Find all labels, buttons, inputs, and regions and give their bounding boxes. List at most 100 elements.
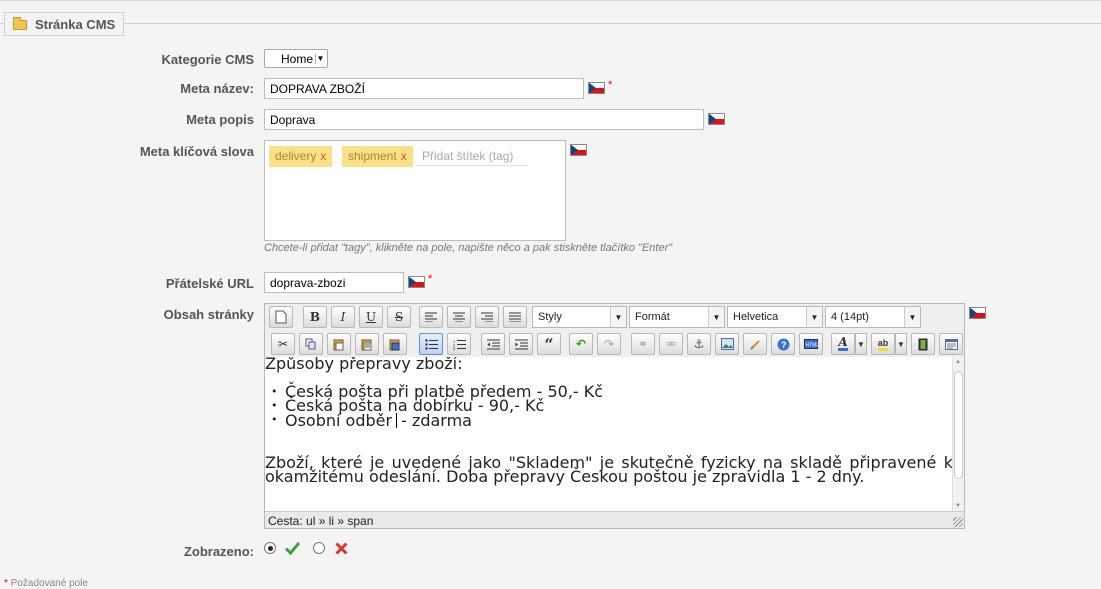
strikethrough-icon[interactable]: S xyxy=(387,306,411,328)
check-icon xyxy=(284,541,301,558)
font-family-dropdown[interactable]: Helvetica ▼ xyxy=(727,306,823,328)
chevron-down-icon[interactable]: ▼ xyxy=(855,333,867,355)
font-value: Helvetica xyxy=(733,311,779,323)
text-color-icon[interactable]: A xyxy=(831,333,855,355)
undo-icon[interactable]: ↶ xyxy=(569,333,593,355)
czech-flag-icon[interactable] xyxy=(570,144,587,156)
tag-shipment: shipment x xyxy=(342,146,413,167)
tag-delivery: delivery x xyxy=(269,146,333,167)
tags-input-box[interactable]: delivery x shipment x Přidat štítek (tag) xyxy=(264,140,566,241)
tag-label: shipment xyxy=(348,149,397,163)
svg-text:3: 3 xyxy=(453,346,456,350)
cleanup-icon[interactable] xyxy=(743,333,767,355)
numbered-list-icon[interactable]: 123 xyxy=(447,333,471,355)
link-icon[interactable]: ⚭ xyxy=(631,333,655,355)
editor-path-bar: Cesta: ul » li » span xyxy=(265,511,964,528)
highlight-color-icon[interactable]: ab xyxy=(871,333,895,355)
tag-label: delivery xyxy=(275,149,317,163)
chevron-down-icon: ▼ xyxy=(315,53,325,64)
redo-icon[interactable]: ↷ xyxy=(597,333,621,355)
align-right-icon[interactable] xyxy=(475,306,499,328)
category-label: Kategorie CMS xyxy=(161,52,254,67)
top-border xyxy=(0,0,1101,1)
tag-new-input[interactable]: Přidat štítek (tag) xyxy=(417,146,527,166)
required-mark: * xyxy=(608,79,613,91)
meta-desc-label: Meta popis xyxy=(186,112,254,127)
friendly-url-label: Přátelské URL xyxy=(165,276,254,291)
chevron-down-icon: ▼ xyxy=(904,307,920,327)
html-source-icon[interactable]: HTML xyxy=(799,333,823,355)
meta-desc-input[interactable]: Doprava xyxy=(264,109,704,130)
editor-content[interactable]: Způsoby přepravy zboží: Česká pošta při … xyxy=(265,357,953,511)
required-mark: * xyxy=(428,273,433,285)
content-list: Česká pošta při platbě předem - 50,- Kč … xyxy=(265,384,953,430)
template-icon[interactable] xyxy=(939,333,963,355)
bullet-list-icon[interactable] xyxy=(419,333,443,355)
chevron-down-icon: ▼ xyxy=(708,307,724,327)
displayed-yes-radio[interactable] xyxy=(264,542,276,554)
format-dropdown[interactable]: Formát ▼ xyxy=(629,306,725,328)
insert-image-icon[interactable] xyxy=(715,333,739,355)
editor-toolbar-row-2: ✂ 123 “ ↶ ↷ ⚭ ⚮ ⚓ ? HTML A ▼ ab ▼ xyxy=(265,331,964,357)
rich-text-editor: B I U S Styly ▼ Formát ▼ Helvetica ▼ 4 (… xyxy=(264,303,965,529)
cut-icon[interactable]: ✂ xyxy=(271,333,295,355)
bold-icon[interactable]: B xyxy=(303,306,327,328)
align-justify-icon[interactable] xyxy=(503,306,527,328)
editor-scrollbar[interactable]: ▲ ▼ xyxy=(952,357,964,511)
meta-title-label: Meta název: xyxy=(180,81,254,96)
help-icon[interactable]: ? xyxy=(771,333,795,355)
displayed-label: Zobrazeno: xyxy=(183,544,254,559)
paste-icon[interactable] xyxy=(327,333,351,355)
unlink-icon[interactable]: ⚮ xyxy=(659,333,683,355)
remove-tag-icon[interactable]: x xyxy=(320,149,326,163)
cross-icon xyxy=(335,542,348,558)
list-item-text: - zdarma xyxy=(401,411,472,430)
outdent-icon[interactable] xyxy=(481,333,505,355)
styles-dropdown[interactable]: Styly ▼ xyxy=(532,306,627,328)
friendly-url-input[interactable]: doprava-zbozi xyxy=(264,272,404,293)
font-size-dropdown[interactable]: 4 (14pt) ▼ xyxy=(825,306,921,328)
list-item-text: Osobní odběr xyxy=(285,411,393,430)
czech-flag-icon[interactable] xyxy=(588,82,605,94)
align-center-icon[interactable] xyxy=(447,306,471,328)
svg-text:HTML: HTML xyxy=(806,343,819,349)
category-value: Home xyxy=(280,51,313,66)
underline-icon[interactable]: U xyxy=(359,306,383,328)
chevron-down-icon: ▼ xyxy=(610,307,626,327)
required-footnote-text: Požadované pole xyxy=(7,578,88,589)
content-heading: Způsoby přepravy zboží: xyxy=(265,357,463,373)
remove-tag-icon[interactable]: x xyxy=(401,149,407,163)
paste-text-icon[interactable] xyxy=(355,333,379,355)
scroll-up-icon[interactable]: ▲ xyxy=(955,359,961,365)
element-path: Cesta: ul » li » span xyxy=(268,514,374,528)
editor-toolbar-row-1: B I U S Styly ▼ Formát ▼ Helvetica ▼ 4 (… xyxy=(265,304,964,330)
section-legend: Stránka CMS xyxy=(4,12,124,36)
align-left-icon[interactable] xyxy=(419,306,443,328)
content-label: Obsah stránky xyxy=(163,307,254,322)
tags-hint: Chcete-li přidat "tagy", klikněte na pol… xyxy=(264,242,673,254)
section-title: Stránka CMS xyxy=(35,16,116,32)
blockquote-icon[interactable]: “ xyxy=(537,333,561,355)
indent-icon[interactable] xyxy=(509,333,533,355)
scroll-down-icon[interactable]: ▼ xyxy=(955,503,961,509)
list-item: Osobní odběr - zdarma xyxy=(271,411,953,430)
media-icon[interactable] xyxy=(911,333,935,355)
format-value: Formát xyxy=(635,311,670,323)
italic-icon[interactable]: I xyxy=(331,306,355,328)
chevron-down-icon[interactable]: ▼ xyxy=(895,333,907,355)
czech-flag-icon[interactable] xyxy=(408,276,425,288)
czech-flag-icon[interactable] xyxy=(969,307,986,319)
new-document-icon[interactable] xyxy=(269,306,293,328)
paste-word-icon[interactable] xyxy=(383,333,407,355)
czech-flag-icon[interactable] xyxy=(708,113,725,125)
resize-grip-icon[interactable] xyxy=(953,517,963,527)
scroll-thumb[interactable] xyxy=(954,371,963,479)
anchor-icon[interactable]: ⚓ xyxy=(687,333,711,355)
copy-icon[interactable] xyxy=(299,333,323,355)
fieldset-border xyxy=(0,23,1101,24)
category-select[interactable]: Home ▼ xyxy=(264,49,328,68)
chevron-down-icon: ▼ xyxy=(806,307,822,327)
meta-title-input[interactable]: DOPRAVA ZBOŽÍ xyxy=(264,78,584,99)
meta-keywords-label: Meta klíčová slova xyxy=(139,144,254,159)
displayed-no-radio[interactable] xyxy=(313,542,325,554)
